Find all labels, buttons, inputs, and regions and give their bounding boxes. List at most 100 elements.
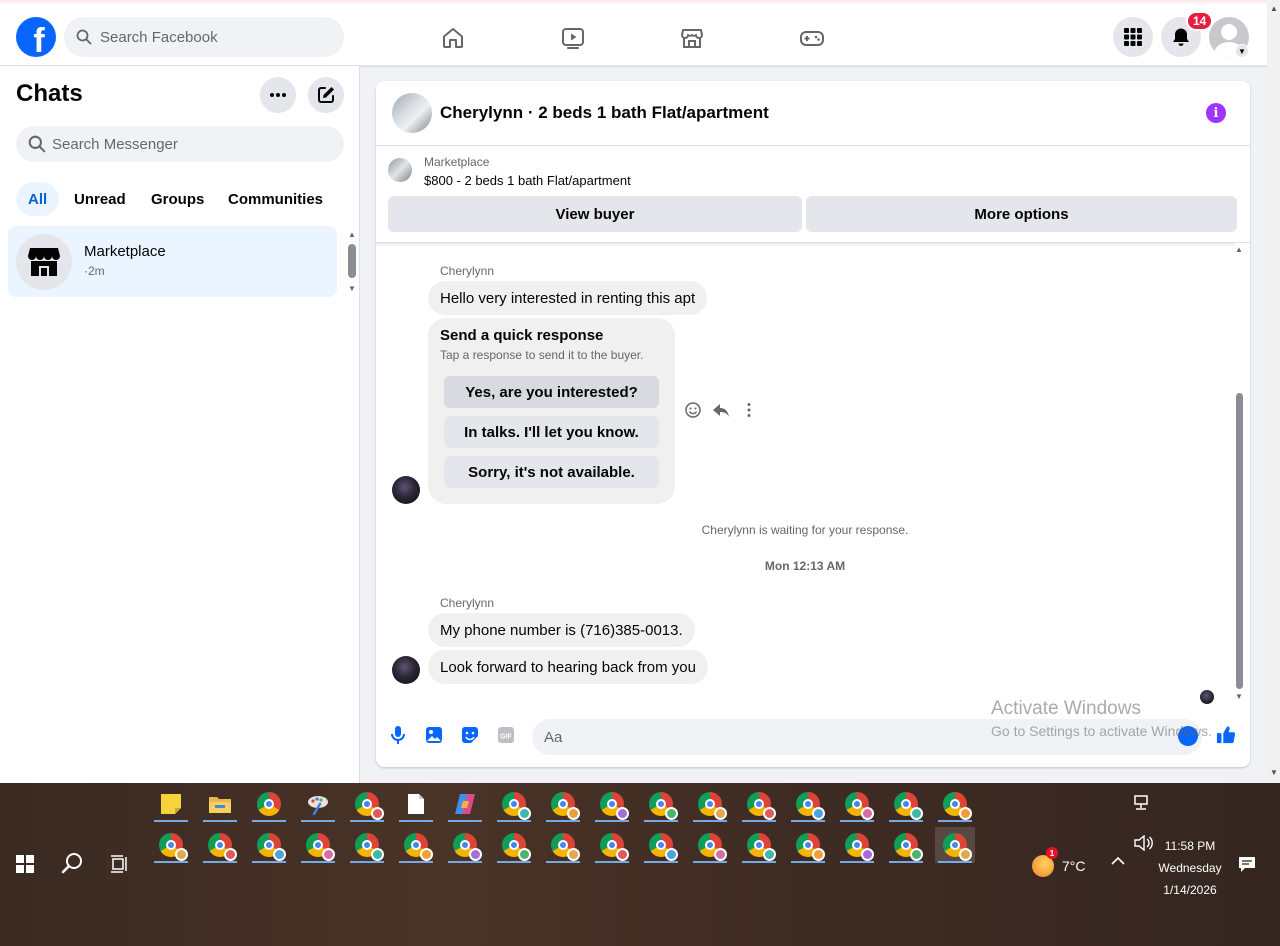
chrome-taskbar-icon[interactable]: [298, 827, 338, 863]
sender-avatar[interactable]: [392, 476, 420, 504]
chrome-taskbar-icon[interactable]: [592, 786, 632, 822]
message-actions: [684, 401, 758, 419]
message-input-box[interactable]: [532, 719, 1202, 755]
chrome-taskbar-icon[interactable]: [543, 786, 583, 822]
chrome-taskbar-icon[interactable]: [494, 827, 534, 863]
chrome-taskbar-icon[interactable]: [788, 827, 828, 863]
filter-groups[interactable]: Groups: [139, 182, 216, 216]
network-icon[interactable]: [1133, 795, 1151, 814]
chrome-taskbar-icon[interactable]: [592, 827, 632, 863]
chrome-taskbar-icon[interactable]: [641, 827, 681, 863]
paint-taskbar-icon[interactable]: [298, 786, 338, 822]
chevron-up-icon[interactable]: [1111, 855, 1125, 869]
facebook-search-input[interactable]: [100, 28, 320, 46]
react-emoji-icon[interactable]: [684, 401, 702, 419]
like-button[interactable]: [1216, 725, 1236, 745]
nav-marketplace[interactable]: [672, 18, 712, 58]
gif-button[interactable]: GIF: [496, 725, 516, 745]
chrome-taskbar-icon[interactable]: [690, 786, 730, 822]
notification-center-icon[interactable]: [1238, 855, 1256, 876]
chat-item-marketplace[interactable]: Marketplace ·2m: [8, 226, 337, 297]
chrome-taskbar-icon[interactable]: [788, 786, 828, 822]
sticker-button[interactable]: [460, 725, 480, 745]
gif-icon: GIF: [498, 727, 514, 743]
attach-photo-button[interactable]: [424, 725, 444, 745]
quick-response-yes[interactable]: Yes, are you interested?: [444, 376, 659, 408]
chrome-taskbar-icon[interactable]: [886, 827, 926, 863]
nav-gaming[interactable]: [792, 18, 832, 58]
chats-title: Chats: [16, 80, 83, 107]
chrome-taskbar-icon[interactable]: [935, 786, 975, 822]
start-button[interactable]: [16, 855, 34, 878]
chrome-taskbar-icon[interactable]: [249, 786, 289, 822]
sender-avatar[interactable]: [392, 656, 420, 684]
chrome-taskbar-icon[interactable]: [200, 827, 240, 863]
windows-taskbar: 1 7°C 11:58 PM Wednesday 1/14/2026: [0, 783, 1280, 946]
chrome-taskbar-icon[interactable]: [151, 827, 191, 863]
copilot-taskbar-icon[interactable]: [445, 786, 485, 822]
svg-text:GIF: GIF: [500, 734, 512, 741]
emoji-icon[interactable]: [1178, 726, 1198, 746]
message-input[interactable]: [544, 728, 1144, 746]
thread-scrollbar[interactable]: ▲ ▼: [1233, 243, 1245, 705]
sender-name: Cherylynn: [440, 264, 495, 278]
chrome-taskbar-icon[interactable]: [396, 827, 436, 863]
notepad-taskbar-icon[interactable]: [396, 786, 436, 822]
quick-response-in-talks[interactable]: In talks. I'll let you know.: [444, 416, 659, 448]
chat-list-scrollbar[interactable]: ▲ ▼: [346, 230, 358, 298]
chrome-taskbar-icon[interactable]: [249, 827, 289, 863]
conversation-header: Cherylynn · 2 beds 1 bath Flat/apartment…: [376, 81, 1250, 146]
chrome-taskbar-icon[interactable]: [494, 786, 534, 822]
chrome-taskbar-icon[interactable]: [690, 827, 730, 863]
taskbar-search-button[interactable]: [60, 851, 84, 880]
chrome-taskbar-icon[interactable]: [739, 786, 779, 822]
nav-video[interactable]: [553, 18, 593, 58]
quick-response-not-available[interactable]: Sorry, it's not available.: [444, 456, 659, 488]
info-icon[interactable]: i: [1206, 103, 1226, 123]
chrome-taskbar-icon[interactable]: [641, 786, 681, 822]
chrome-taskbar-icon[interactable]: [543, 827, 583, 863]
sticky-notes-taskbar-icon[interactable]: [151, 786, 191, 822]
gamepad-icon: [800, 31, 824, 46]
menu-button[interactable]: [1113, 17, 1153, 57]
conversation-title[interactable]: Cherylynn · 2 beds 1 bath Flat/apartment: [440, 103, 769, 123]
message-bubble[interactable]: Look forward to hearing back from you: [428, 650, 708, 684]
chrome-taskbar-icon[interactable]: [445, 827, 485, 863]
new-message-button[interactable]: [308, 77, 344, 113]
more-vertical-icon[interactable]: [740, 401, 758, 419]
chrome-taskbar-icon[interactable]: [935, 827, 975, 863]
voice-clip-button[interactable]: [388, 725, 408, 745]
messenger-search-input[interactable]: [52, 135, 322, 153]
chat-options-button[interactable]: [260, 77, 296, 113]
facebook-logo[interactable]: f: [16, 17, 56, 57]
chevron-down-icon[interactable]: ▼: [1235, 44, 1249, 58]
listing-thumbnail[interactable]: [388, 158, 412, 182]
system-clock[interactable]: 11:58 PM Wednesday 1/14/2026: [1150, 835, 1230, 901]
chrome-taskbar-icon[interactable]: [739, 827, 779, 863]
message-bubble[interactable]: My phone number is (716)385-0013.: [428, 613, 695, 647]
messenger-search[interactable]: [16, 126, 344, 162]
listing-summary[interactable]: $800 - 2 beds 1 bath Flat/apartment: [424, 173, 631, 188]
message-bubble[interactable]: Hello very interested in renting this ap…: [428, 281, 708, 315]
nav-home[interactable]: [433, 18, 473, 58]
chrome-taskbar-icon[interactable]: [347, 786, 387, 822]
filter-all[interactable]: All: [16, 182, 60, 216]
filter-communities[interactable]: Communities: [216, 182, 335, 216]
chrome-taskbar-icon[interactable]: [347, 827, 387, 863]
file-explorer-taskbar-icon[interactable]: [200, 786, 240, 822]
page-scrollbar[interactable]: ▲ ▼: [1267, 0, 1280, 783]
filter-unread[interactable]: Unread: [62, 182, 138, 216]
view-buyer-button[interactable]: View buyer: [388, 196, 802, 232]
reply-icon[interactable]: [712, 401, 730, 419]
sender-name: Cherylynn: [440, 596, 495, 610]
listing-avatar[interactable]: [392, 93, 432, 133]
marketplace-listing-bar: Marketplace $800 - 2 beds 1 bath Flat/ap…: [376, 146, 1250, 243]
facebook-search[interactable]: [64, 17, 344, 57]
weather-widget[interactable]: 1 7°C: [1032, 847, 1086, 877]
chrome-taskbar-icon[interactable]: [886, 786, 926, 822]
task-view-button[interactable]: [110, 855, 130, 878]
chrome-taskbar-icon[interactable]: [837, 827, 877, 863]
chrome-taskbar-icon[interactable]: [837, 786, 877, 822]
more-options-button[interactable]: More options: [806, 196, 1237, 232]
marketplace-icon: [681, 29, 703, 48]
